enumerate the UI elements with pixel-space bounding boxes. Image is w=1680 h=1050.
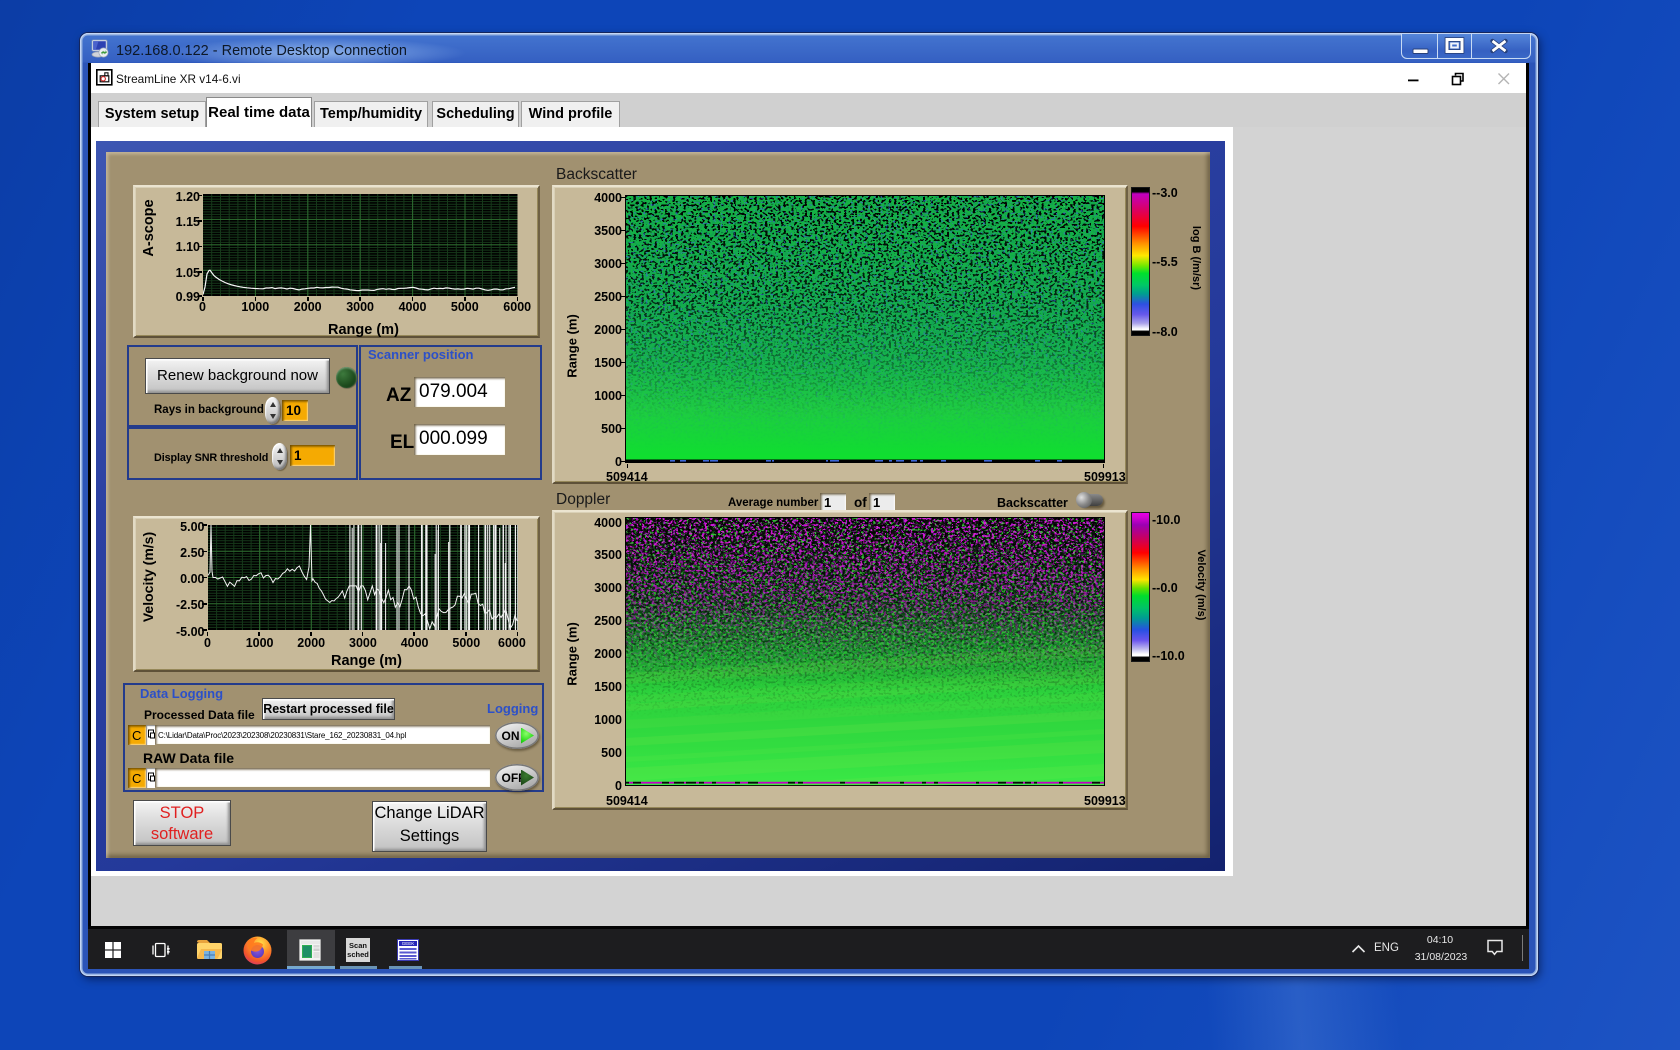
- svg-text:GEEK: GEEK: [402, 941, 415, 946]
